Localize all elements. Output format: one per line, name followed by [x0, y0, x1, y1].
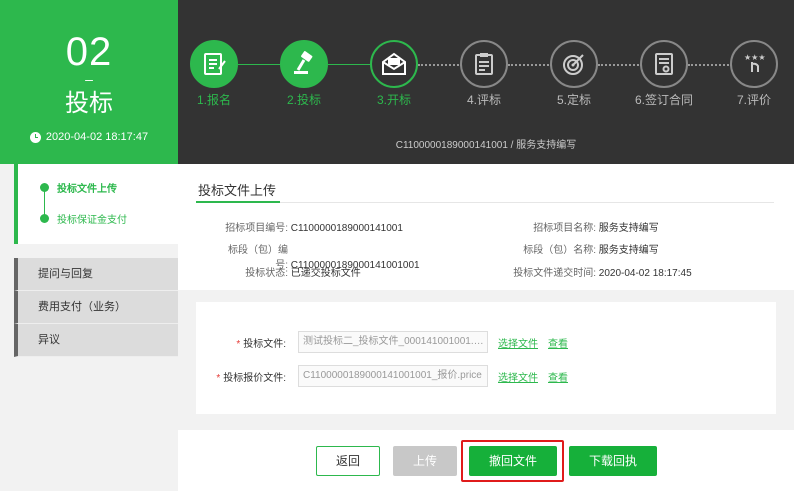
info-submit-time: 投标文件递交时间: 2020-04-02 18:17:45 [508, 264, 692, 279]
info-label: 标段（包）名称: [523, 245, 596, 256]
sidebar-item-deposit[interactable]: 投标保证金支付 [40, 211, 127, 226]
view-link[interactable]: 查看 [548, 335, 568, 350]
info-label: 投标状态: [245, 268, 288, 279]
step-label: 6.签订合同 [634, 93, 693, 107]
price-file-input[interactable]: C1100000189000141001001_报价.price [298, 365, 488, 387]
sidebar-item-qa[interactable]: 提问与回复 [14, 258, 178, 291]
step-contract[interactable]: 6.签订合同 [634, 40, 694, 108]
clipboard-icon [460, 40, 508, 88]
info-label: 招标项目编号: [225, 223, 288, 234]
contract-icon [640, 40, 688, 88]
step-label: 7.评价 [736, 93, 771, 107]
upload-label: * 投标报价文件: [216, 372, 286, 384]
form-icon [190, 40, 238, 88]
sidebar-submenu: 投标文件上传 投标保证金支付 [14, 164, 178, 244]
download-receipt-button[interactable]: 下载回执 [569, 446, 657, 476]
info-value: C1100000189000141001 [290, 223, 403, 234]
info-status: 投标状态: 已递交投标文件 [218, 264, 361, 279]
step-label: 2.投标 [286, 93, 321, 107]
rating-icon: ★★★ [730, 40, 778, 88]
svg-text:★★★: ★★★ [744, 53, 766, 62]
stage-time: 2020-04-02 18:17:47 [0, 130, 178, 144]
dot-icon [40, 214, 49, 223]
info-value: 2020-04-02 18:17:45 [598, 268, 692, 279]
target-icon [550, 40, 598, 88]
step-label: 5.定标 [556, 93, 591, 107]
sidebar-item-label: 投标保证金支付 [57, 215, 127, 226]
panel-title: 投标文件上传 [198, 183, 277, 198]
step-evaluate[interactable]: 4.评标 [454, 40, 514, 108]
view-link[interactable]: 查看 [548, 369, 568, 384]
progress-bar: 1.报名 2.投标 3.开标 4.评标 5.定标 6.签订合同 ★★★ 7.评价… [178, 0, 794, 164]
info-project-name: 招标项目名称: 服务支持编写 [508, 219, 659, 234]
step-open[interactable]: 3.开标 [364, 40, 424, 108]
info-value: 服务支持编写 [598, 223, 659, 234]
project-line: C1100000189000141001 / 服务支持编写 [395, 140, 577, 151]
revoke-file-button[interactable]: 撤回文件 [469, 446, 557, 476]
title-underline [196, 201, 774, 203]
bid-file-input[interactable]: 测试投标二_投标文件_000141001001.nori... [298, 331, 488, 353]
sidebar-item-fee[interactable]: 费用支付（业务） [14, 291, 178, 324]
upload-row-bid-file: * 投标文件: 测试投标二_投标文件_000141001001.nori... 选… [196, 331, 568, 353]
step-signup[interactable]: 1.报名 [184, 40, 244, 108]
step-label: 1.报名 [196, 93, 231, 107]
step-decide[interactable]: 5.定标 [544, 40, 604, 108]
stage-name: 投标 [65, 90, 113, 117]
stage-time-text: 2020-04-02 18:17:47 [45, 131, 149, 143]
stage-box: 02 – 投标 2020-04-02 18:17:47 [0, 0, 178, 164]
back-button[interactable]: 返回 [316, 446, 380, 476]
info-lot-name: 标段（包）名称: 服务支持编写 [508, 241, 659, 256]
upload-box: * 投标文件: 测试投标二_投标文件_000141001001.nori... 选… [196, 302, 776, 414]
sidebar-nav: 提问与回复 费用支付（业务） 异议 [14, 258, 178, 357]
step-label: 4.评标 [466, 93, 501, 107]
choose-file-link[interactable]: 选择文件 [498, 335, 538, 350]
info-label: 招标项目名称: [533, 223, 596, 234]
upload-section-bg: * 投标文件: 测试投标二_投标文件_000141001001.nori... 选… [178, 290, 794, 430]
info-value: 服务支持编写 [598, 245, 659, 256]
envelope-icon [370, 40, 418, 88]
stage-dash: – [85, 71, 93, 87]
hammer-icon [280, 40, 328, 88]
sidebar-item-bid-upload[interactable]: 投标文件上传 [40, 180, 117, 195]
upload-row-price-file: * 投标报价文件: C1100000189000141001001_报价.pric… [196, 365, 568, 387]
upload-button[interactable]: 上传 [393, 446, 457, 476]
choose-file-link[interactable]: 选择文件 [498, 369, 538, 384]
step-bid[interactable]: 2.投标 [274, 40, 334, 108]
sidebar-item-label: 投标文件上传 [57, 184, 117, 195]
info-value: 已递交投标文件 [290, 268, 361, 279]
info-label: 投标文件递交时间: [513, 268, 596, 279]
sidebar-item-objection[interactable]: 异议 [14, 324, 178, 357]
info-project-no: 招标项目编号: C1100000189000141001 [218, 219, 403, 234]
step-rate[interactable]: ★★★ 7.评价 [724, 40, 784, 108]
step-label: 3.开标 [376, 93, 411, 107]
dot-icon [40, 183, 49, 192]
upload-label: * 投标文件: [236, 338, 286, 350]
clock-icon [29, 131, 41, 143]
stage-number: 02 [65, 30, 113, 74]
